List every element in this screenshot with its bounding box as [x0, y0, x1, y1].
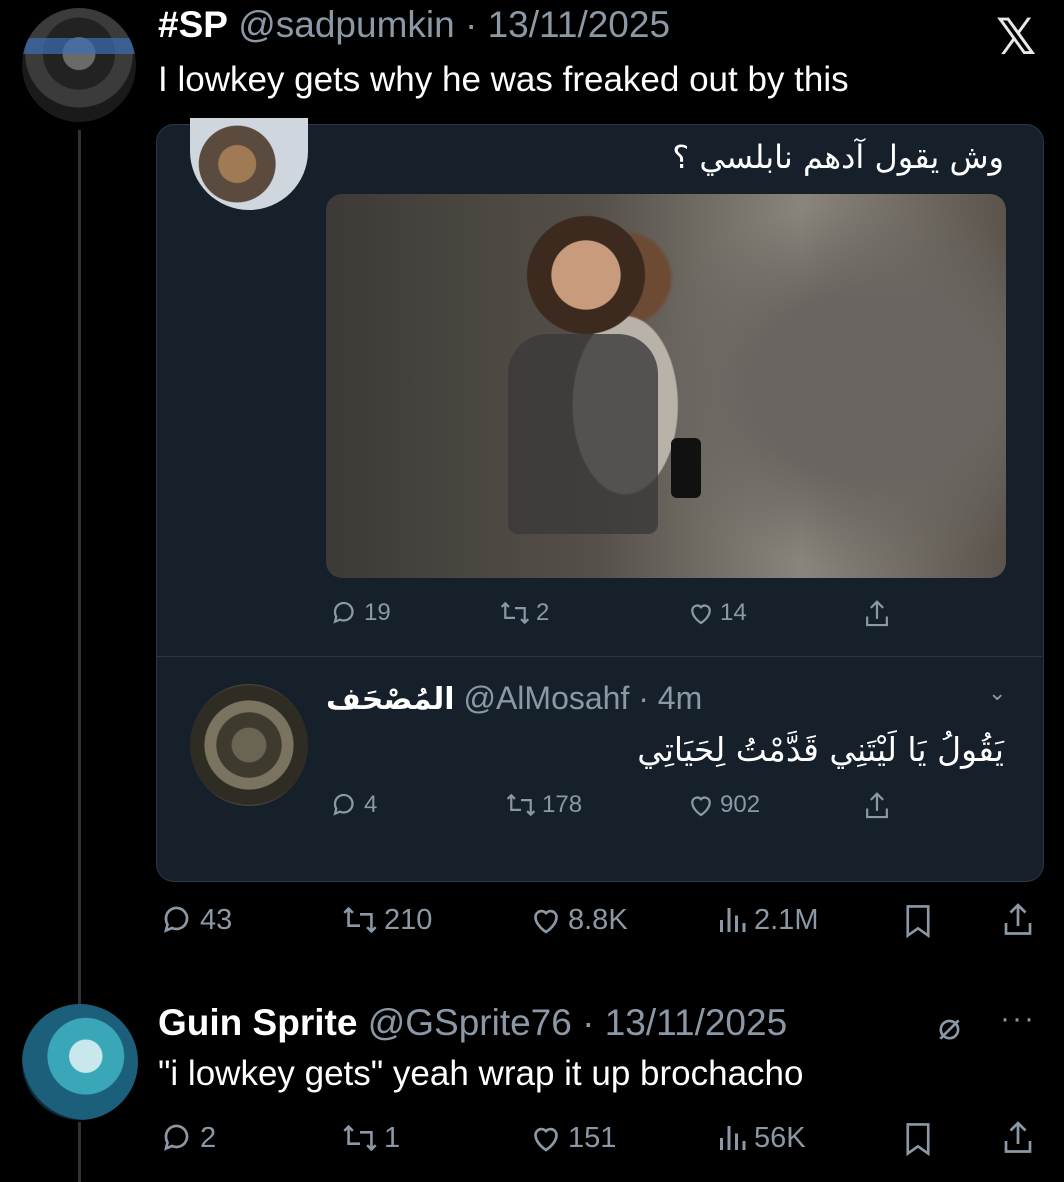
- thread-connector-line: [78, 130, 81, 1010]
- handle[interactable]: @AlMosahf: [463, 680, 629, 716]
- views-bar-chart-icon: [720, 1126, 746, 1150]
- heart-icon: [534, 1127, 558, 1152]
- more-options-icon[interactable]: ···: [1000, 1002, 1036, 1036]
- reply-button[interactable]: 43: [160, 902, 232, 938]
- timestamp[interactable]: 13/11/2025: [488, 4, 670, 45]
- display-name[interactable]: المُصْحَف: [326, 682, 455, 717]
- tweet-text: I lowkey gets why he was freaked out by …: [158, 60, 849, 99]
- retweet-icon: [343, 906, 377, 934]
- handle[interactable]: @sadpumkin: [238, 4, 455, 45]
- share-icon: [1004, 903, 1032, 935]
- share-button[interactable]: [862, 598, 892, 630]
- avatar[interactable]: [22, 1004, 138, 1120]
- reply-icon: [164, 906, 189, 933]
- reply-count: 2: [200, 1121, 217, 1154]
- retweet-count: 210: [384, 903, 433, 936]
- separator-dot: ·: [629, 680, 658, 716]
- avatar-banner-strip: [22, 38, 136, 54]
- like-button[interactable]: 8.8K: [528, 902, 628, 938]
- grok-slash-icon[interactable]: ⌀: [938, 1004, 961, 1049]
- chevron-down-icon[interactable]: ⌄: [988, 680, 1006, 706]
- reply-button[interactable]: 2: [160, 1120, 216, 1156]
- views-bar-chart-icon: [720, 908, 746, 932]
- reply-count: 19: [364, 599, 391, 626]
- reply-count: 43: [200, 903, 233, 936]
- retweet-icon: [343, 1124, 377, 1152]
- reply-count: 4: [364, 791, 378, 818]
- quoted-tweet-text: وش يقول آدهم نابلسي ؟: [672, 138, 1004, 176]
- share-button[interactable]: [1000, 1118, 1036, 1158]
- tweet-header: Guin Sprite @GSprite76 · 13/11/2025: [158, 1002, 787, 1044]
- display-name[interactable]: #SP: [158, 4, 228, 45]
- reply-button[interactable]: 4: [330, 790, 377, 820]
- like-count: 151: [568, 1121, 617, 1154]
- share-icon: [866, 600, 888, 627]
- bookmark-icon: [906, 905, 930, 939]
- share-icon: [866, 792, 888, 819]
- avatar[interactable]: [22, 8, 136, 122]
- retweet-count: 1: [384, 1121, 401, 1154]
- retweet-button[interactable]: 210: [340, 902, 432, 938]
- tweet-photo[interactable]: [326, 194, 1006, 578]
- share-button[interactable]: [1000, 900, 1036, 940]
- retweet-icon: [506, 793, 536, 817]
- retweet-button[interactable]: 178: [504, 790, 582, 820]
- heart-icon: [534, 909, 558, 934]
- separator-dot: ·: [571, 1002, 605, 1043]
- like-count: 8.8K: [568, 903, 628, 936]
- retweet-icon: [500, 601, 530, 625]
- reply-icon: [164, 1124, 189, 1151]
- retweet-count: 2: [536, 599, 550, 626]
- heart-icon: [691, 796, 711, 817]
- avatar[interactable]: [190, 684, 308, 806]
- display-name[interactable]: Guin Sprite: [158, 1002, 357, 1043]
- tweet-text: "i lowkey gets" yeah wrap it up brochach…: [158, 1054, 804, 1093]
- share-button[interactable]: [862, 790, 892, 822]
- share-icon: [1004, 1121, 1032, 1153]
- retweet-button[interactable]: 2: [498, 598, 549, 628]
- timestamp[interactable]: 4m: [658, 680, 702, 716]
- bookmark-button[interactable]: [900, 1120, 936, 1158]
- reply-icon: [333, 793, 354, 816]
- thread-connector-line-bottom: [78, 1122, 81, 1182]
- bookmark-icon: [906, 1123, 930, 1157]
- reply-button[interactable]: 19: [330, 598, 391, 628]
- views-button[interactable]: 2.1M: [714, 902, 818, 938]
- separator-dot: ·: [454, 4, 488, 45]
- views-count: 56K: [754, 1121, 806, 1154]
- like-button[interactable]: 902: [686, 790, 760, 820]
- like-count: 902: [720, 791, 761, 818]
- like-button[interactable]: 14: [686, 598, 747, 628]
- microphone: [671, 438, 701, 498]
- retweet-button[interactable]: 1: [340, 1120, 400, 1156]
- reply-icon: [333, 601, 354, 624]
- retweet-count: 178: [542, 791, 583, 818]
- card-divider: [156, 656, 1042, 657]
- views-button[interactable]: 56K: [714, 1120, 806, 1156]
- like-button[interactable]: 151: [528, 1120, 616, 1156]
- handle[interactable]: @GSprite76: [368, 1002, 572, 1043]
- timestamp[interactable]: 13/11/2025: [605, 1002, 787, 1043]
- photo-subject-body: [508, 334, 658, 534]
- x-logo-icon: 𝕏: [996, 8, 1037, 66]
- bookmark-button[interactable]: [900, 902, 936, 940]
- photo-subject-head: [526, 198, 646, 338]
- quoted-tweet-header: المُصْحَف @AlMosahf · 4m: [326, 680, 702, 717]
- quoted-tweet-text: يَقُولُ يَا لَيْتَنِي قَدَّمْتُ لِحَيَات…: [637, 730, 1004, 769]
- tweet-header: #SP @sadpumkin · 13/11/2025: [158, 4, 670, 46]
- heart-icon: [691, 604, 711, 625]
- views-count: 2.1M: [754, 903, 819, 936]
- like-count: 14: [720, 599, 747, 626]
